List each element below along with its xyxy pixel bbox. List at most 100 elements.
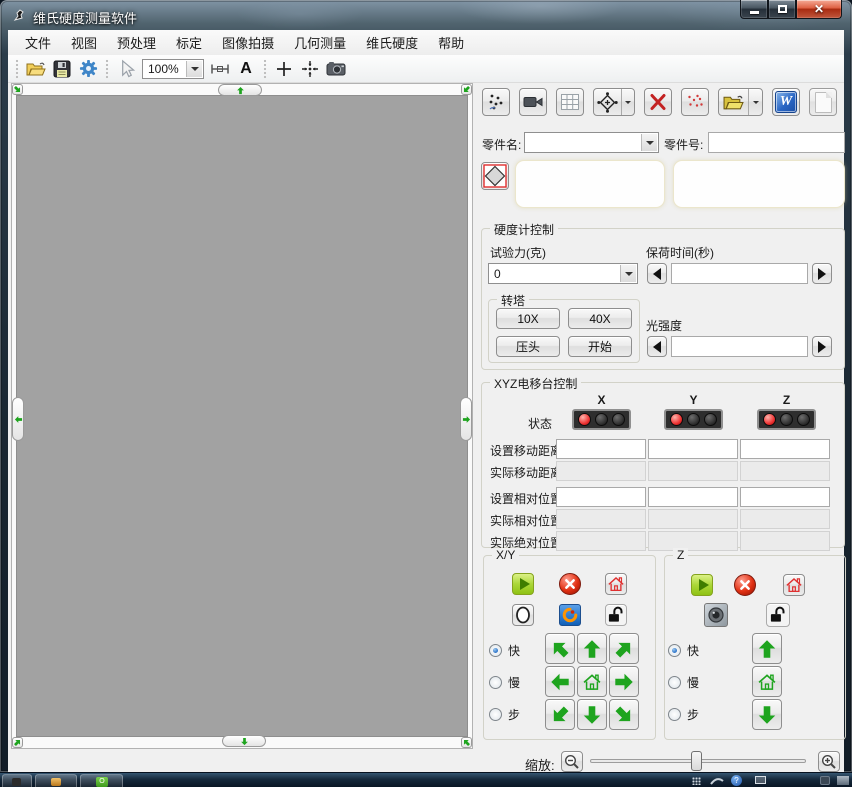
xy-speed-fast-radio[interactable]: 快 [489, 642, 520, 659]
tray-grid-icon[interactable] [692, 777, 701, 785]
xy-stop-button[interactable] [559, 573, 581, 595]
pan-corner-top-right-button[interactable] [461, 84, 472, 95]
objective-10x-button[interactable]: 10X [496, 308, 560, 329]
tray-wave-icon[interactable] [710, 776, 724, 785]
test-force-combobox[interactable]: 0 [488, 263, 638, 284]
indent-mark-button[interactable] [481, 162, 509, 190]
menu-calibration[interactable]: 标定 [166, 29, 212, 56]
save-button[interactable] [49, 57, 75, 81]
open-result-button[interactable] [719, 94, 748, 111]
zoom-in-button[interactable] [818, 751, 840, 772]
z-unlock-button[interactable] [766, 603, 790, 627]
measure-tool-button[interactable] [207, 57, 233, 81]
menu-view[interactable]: 视图 [61, 29, 107, 56]
pan-down-button[interactable] [222, 735, 266, 747]
text-tool-button[interactable]: A [233, 57, 259, 81]
xy-rotate-button[interactable] [559, 604, 581, 626]
tray-window-icon[interactable] [755, 776, 766, 784]
taskbar-button[interactable]: O [80, 774, 123, 787]
pan-corner-bottom-right-button[interactable] [461, 737, 472, 748]
hold-time-increase-button[interactable] [812, 263, 832, 284]
xy-speed-step-radio[interactable]: 步 [489, 706, 520, 723]
z-jog-up-button[interactable] [752, 633, 782, 664]
tray-volume-icon[interactable] [837, 776, 849, 785]
grid-overlay-button[interactable] [556, 88, 584, 116]
zoom-dropdown-button[interactable] [186, 61, 202, 77]
tray-help-icon[interactable]: ? [731, 775, 742, 786]
export-word-button[interactable]: W [772, 88, 800, 116]
xy-jog-up-button[interactable] [577, 633, 607, 664]
xy-jog-right-button[interactable] [609, 666, 639, 697]
start-button[interactable]: 开始 [568, 336, 632, 357]
settings-button[interactable] [75, 57, 101, 81]
cross-tool-button[interactable] [271, 57, 297, 81]
part-number-input[interactable] [708, 132, 845, 153]
delete-button[interactable] [644, 88, 672, 116]
zoom-out-button[interactable] [561, 751, 583, 772]
snapshot-button[interactable] [323, 57, 349, 81]
pointer-tool-button[interactable] [113, 57, 139, 81]
title-bar[interactable]: 维氏硬度测量软件 ✕ [0, 0, 852, 30]
xy-run-button[interactable] [512, 573, 534, 595]
set-move-distance-z-input[interactable] [740, 439, 830, 459]
pan-corner-top-left-button[interactable] [12, 84, 23, 95]
taskbar-button[interactable] [35, 774, 77, 787]
xy-ellipse-path-button[interactable] [512, 604, 534, 626]
z-jog-down-button[interactable] [752, 699, 782, 730]
menu-preprocess[interactable]: 预处理 [107, 29, 166, 56]
minimize-button[interactable] [740, 0, 768, 19]
maximize-button[interactable] [768, 0, 796, 19]
locate-points-dropdown[interactable] [621, 89, 634, 115]
test-force-dropdown[interactable] [620, 265, 636, 282]
taskbar-button[interactable] [2, 774, 32, 787]
xy-jog-down-left-button[interactable] [545, 699, 575, 730]
pan-right-button[interactable] [460, 397, 472, 441]
menu-image-capture[interactable]: 图像拍摄 [212, 29, 284, 56]
z-home-button[interactable] [783, 574, 805, 596]
z-speed-slow-radio[interactable]: 慢 [668, 674, 699, 691]
objective-40x-button[interactable]: 40X [568, 308, 632, 329]
zoom-level-combobox[interactable]: 100% [142, 59, 204, 79]
indenter-button[interactable]: 压头 [496, 336, 560, 357]
close-button[interactable]: ✕ [796, 0, 842, 19]
xy-jog-home-button[interactable] [577, 666, 607, 697]
xy-jog-down-button[interactable] [577, 699, 607, 730]
z-run-button[interactable] [691, 574, 713, 596]
pan-left-button[interactable] [12, 397, 24, 441]
new-document-button[interactable] [809, 88, 837, 116]
z-speed-fast-radio[interactable]: 快 [668, 642, 699, 659]
tray-status-icon[interactable] [820, 776, 830, 785]
zoom-slider-thumb[interactable] [691, 751, 702, 771]
xy-jog-down-right-button[interactable] [609, 699, 639, 730]
light-increase-button[interactable] [812, 336, 832, 357]
indent-pattern-button[interactable] [482, 88, 510, 116]
z-focus-lens-button[interactable] [704, 603, 728, 627]
point-set-button[interactable] [681, 88, 709, 116]
set-relative-pos-y-input[interactable] [648, 487, 738, 507]
hold-time-decrease-button[interactable] [647, 263, 667, 284]
center-target-button[interactable] [297, 57, 323, 81]
menu-geometry-measure[interactable]: 几何测量 [284, 29, 356, 56]
locate-points-button[interactable] [594, 92, 621, 113]
z-jog-home-button[interactable] [752, 666, 782, 697]
set-move-distance-y-input[interactable] [648, 439, 738, 459]
set-relative-pos-x-input[interactable] [556, 487, 646, 507]
part-name-dropdown[interactable] [641, 134, 657, 151]
light-decrease-button[interactable] [647, 336, 667, 357]
part-name-combobox[interactable] [524, 132, 659, 153]
z-stop-button[interactable] [734, 574, 756, 596]
xy-home-button[interactable] [605, 573, 627, 595]
xy-unlock-button[interactable] [605, 604, 627, 626]
xy-jog-up-left-button[interactable] [545, 633, 575, 664]
open-result-splitbutton[interactable] [718, 88, 763, 116]
light-intensity-input[interactable] [671, 336, 808, 357]
menu-help[interactable]: 帮助 [428, 29, 474, 56]
pan-up-button[interactable] [218, 84, 262, 96]
hold-time-input[interactable] [671, 263, 808, 284]
xy-speed-slow-radio[interactable]: 慢 [489, 674, 520, 691]
open-result-dropdown[interactable] [748, 89, 762, 115]
pan-corner-bottom-left-button[interactable] [12, 737, 23, 748]
set-move-distance-x-input[interactable] [556, 439, 646, 459]
open-file-button[interactable] [23, 57, 49, 81]
z-speed-step-radio[interactable]: 步 [668, 706, 699, 723]
